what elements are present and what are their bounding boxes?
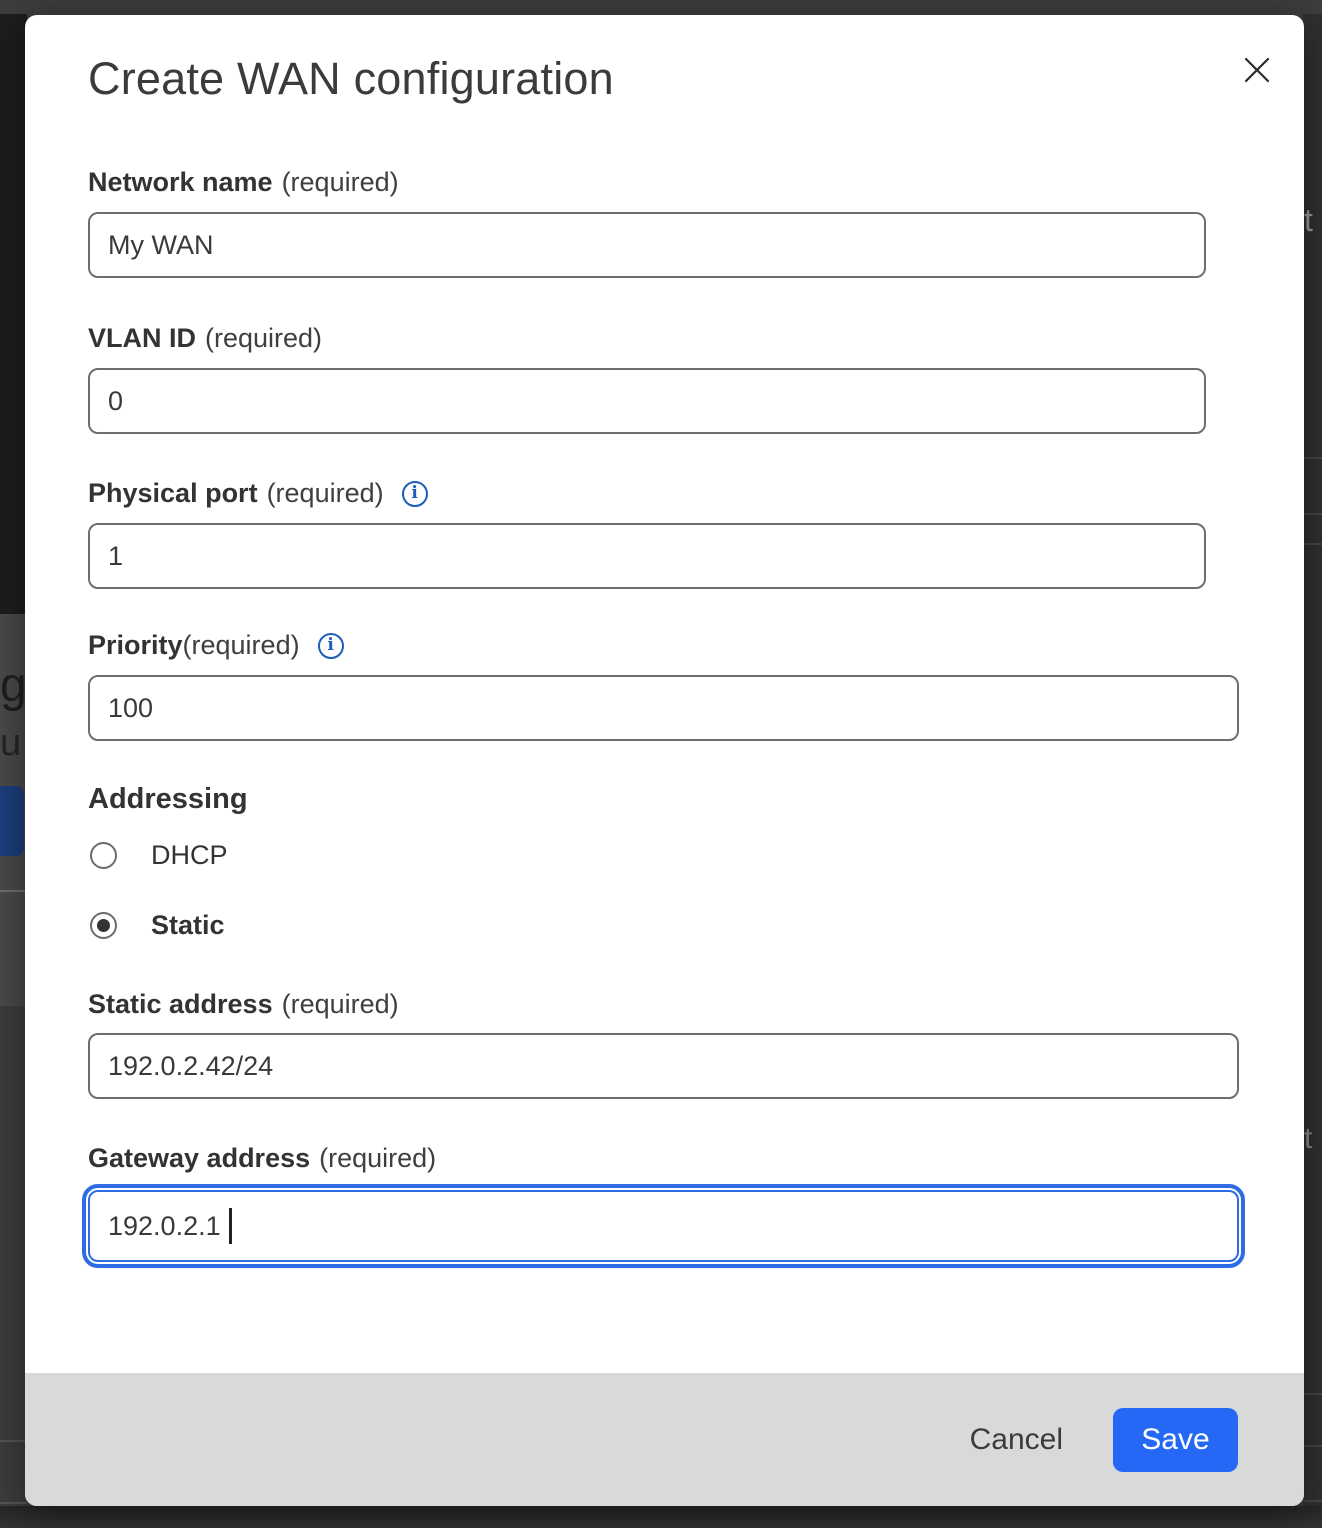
required-hint: (required): [205, 323, 322, 354]
radio-circle-selected-icon[interactable]: [90, 912, 117, 939]
text-caret: [229, 1208, 232, 1244]
info-icon[interactable]: i: [318, 633, 344, 659]
backdrop-divider: [0, 1440, 27, 1442]
backdrop-divider: [0, 890, 27, 892]
vlan-id-label: VLAN ID (required): [88, 323, 1304, 354]
close-button[interactable]: [1241, 54, 1273, 86]
save-button[interactable]: Save: [1113, 1408, 1238, 1472]
backdrop-divider: [1303, 1393, 1322, 1395]
radio-label: DHCP: [151, 840, 228, 871]
radio-option-dhcp[interactable]: DHCP: [88, 840, 1304, 871]
label-text: Static address: [88, 989, 273, 1020]
create-wan-configuration-dialog: Create WAN configuration Network name (r…: [25, 15, 1304, 1506]
backdrop-left-dark-region: [0, 14, 27, 614]
required-hint: (required): [267, 478, 384, 509]
backdrop-divider: [1303, 1500, 1322, 1502]
priority-label: Priority (required) i: [88, 630, 1304, 661]
label-text: Priority: [88, 630, 183, 661]
radio-label: Static: [151, 910, 225, 941]
required-hint: (required): [183, 630, 300, 661]
dialog-footer: Cancel Save: [25, 1373, 1304, 1506]
required-hint: (required): [282, 989, 399, 1020]
gateway-address-field-focused: [88, 1190, 1239, 1262]
required-hint: (required): [319, 1143, 436, 1174]
label-text: Network name: [88, 167, 273, 198]
backdrop-blue-button-fragment: [0, 786, 24, 856]
backdrop-divider: [1303, 513, 1322, 515]
static-address-input[interactable]: [88, 1033, 1239, 1099]
backdrop-right-strip: t l t: [1303, 14, 1322, 1506]
gateway-address-input[interactable]: [88, 1190, 1239, 1262]
backdrop-divider: [1303, 457, 1322, 459]
backdrop-divider: [1303, 543, 1322, 545]
network-name-input[interactable]: [88, 212, 1206, 278]
backdrop-divider: [1303, 1445, 1322, 1447]
physical-port-label: Physical port (required) i: [88, 478, 1304, 509]
label-text: VLAN ID: [88, 323, 196, 354]
static-address-label: Static address (required): [88, 989, 1304, 1020]
priority-input[interactable]: [88, 675, 1239, 741]
backdrop-text-fragment: t: [1304, 1122, 1312, 1156]
label-text: Physical port: [88, 478, 258, 509]
network-name-label: Network name (required): [88, 167, 1304, 198]
dialog-title: Create WAN configuration: [88, 53, 1304, 105]
gateway-address-label: Gateway address (required): [88, 1143, 1304, 1174]
vlan-id-input[interactable]: [88, 368, 1206, 434]
addressing-heading: Addressing: [88, 783, 1304, 816]
backdrop-left-strip: g u: [0, 614, 27, 1006]
backdrop-text-fragment: t l: [1304, 202, 1322, 239]
physical-port-input[interactable]: [88, 523, 1206, 589]
radio-circle-icon[interactable]: [90, 842, 117, 869]
backdrop-text-fragment: g: [0, 658, 27, 713]
label-text: Gateway address: [88, 1143, 310, 1174]
cancel-button[interactable]: Cancel: [970, 1423, 1063, 1457]
close-icon: [1242, 55, 1272, 85]
radio-option-static[interactable]: Static: [88, 910, 1304, 941]
backdrop-bottom-band: [0, 1506, 1322, 1528]
required-hint: (required): [282, 167, 399, 198]
backdrop-divider: [0, 1502, 27, 1504]
info-icon[interactable]: i: [402, 481, 428, 507]
backdrop-text-fragment: u: [0, 722, 21, 765]
